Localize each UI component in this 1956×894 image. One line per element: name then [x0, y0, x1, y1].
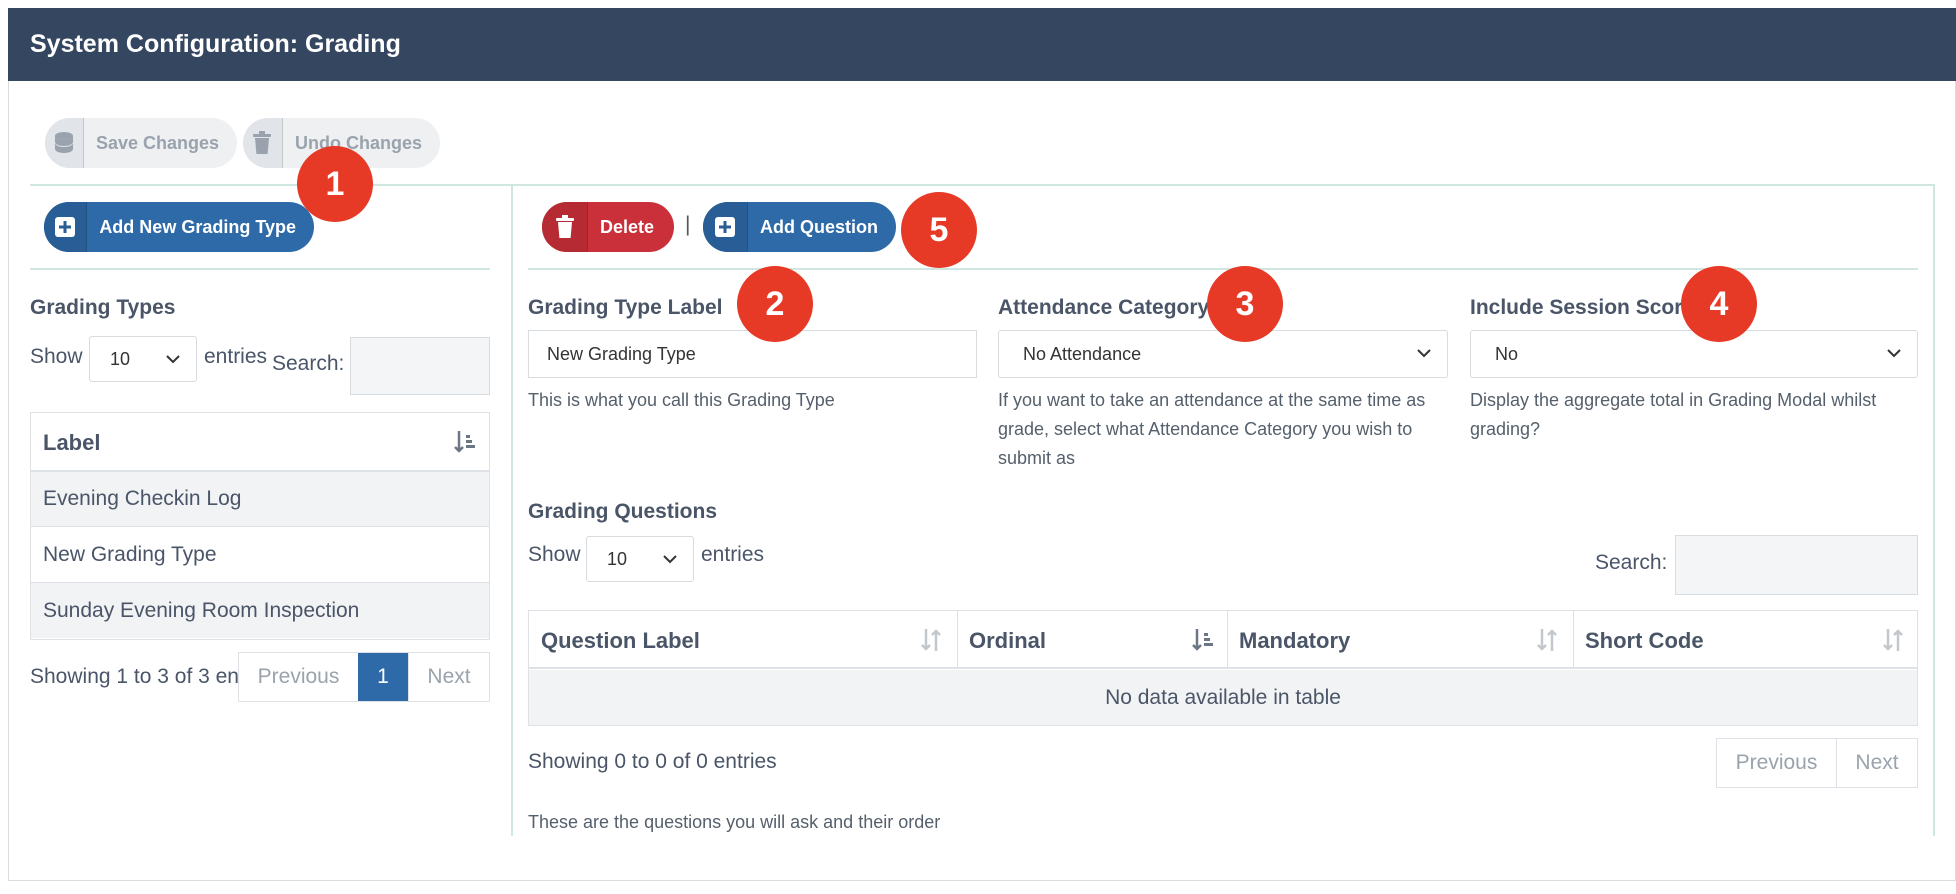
questions-pagination: Previous Next — [1716, 738, 1918, 788]
callout-1: 1 — [297, 146, 373, 222]
next-button[interactable]: Next — [408, 653, 489, 701]
chevron-down-icon — [663, 555, 677, 564]
previous-button[interactable]: Previous — [1717, 739, 1836, 787]
add-question-label: Add Question — [760, 216, 878, 237]
search-label: Search: — [1595, 551, 1668, 574]
add-grading-type-label: Add New Grading Type — [99, 216, 296, 237]
save-changes-label: Save Changes — [95, 132, 219, 153]
entries-label: entries — [701, 543, 765, 566]
attendance-category-value: No Attendance — [1023, 343, 1142, 364]
include-session-score-title: Include Session Score — [1470, 296, 1695, 319]
column-header-short-code[interactable]: Short Code — [1585, 628, 1704, 654]
show-label: Show — [528, 543, 581, 566]
questions-table-info: Showing 0 to 0 of 0 entries — [528, 750, 777, 773]
delete-label: Delete — [600, 216, 655, 237]
save-changes-button[interactable]: Save Changes — [45, 118, 237, 168]
sort-icon[interactable] — [919, 627, 943, 653]
add-grading-type-button[interactable]: Add New Grading Type — [44, 202, 314, 252]
column-header-label[interactable]: Label — [43, 430, 100, 456]
chevron-down-icon — [1887, 349, 1901, 358]
left-divider — [30, 268, 490, 270]
callout-3: 3 — [1207, 266, 1283, 342]
include-session-score-value: No — [1495, 343, 1519, 364]
chevron-down-icon — [166, 355, 180, 364]
plus-square-icon — [44, 202, 88, 252]
page-1-button[interactable]: 1 — [358, 653, 408, 701]
grading-type-label-help: This is what you call this Grading Type — [528, 390, 835, 410]
grading-type-label-input[interactable]: New Grading Type — [528, 330, 977, 378]
table-row[interactable]: Evening Checkin Log — [31, 470, 489, 526]
delete-button[interactable]: Delete — [542, 202, 674, 252]
attendance-category-title: Attendance Category — [998, 296, 1210, 319]
callout-4: 4 — [1681, 266, 1757, 342]
page-title: System Configuration: Grading — [8, 8, 1956, 81]
pagination: Previous 1 Next — [238, 652, 490, 702]
table-header-row — [529, 611, 1917, 669]
sort-icon[interactable] — [1535, 627, 1559, 653]
show-label: Show — [30, 345, 83, 368]
trash-icon — [542, 202, 588, 252]
plus-square-icon — [703, 202, 748, 252]
sort-icon[interactable] — [1191, 627, 1215, 653]
panel-divider — [511, 186, 513, 836]
entries-value: 10 — [110, 348, 131, 369]
questions-table: Question Label Ordinal Mandatory Short C… — [528, 610, 1918, 726]
empty-table-message: No data available in table — [529, 670, 1917, 725]
include-session-score-help: Display the aggregate total in Grading M… — [1470, 390, 1877, 439]
column-header-question-label[interactable]: Question Label — [541, 628, 700, 654]
grading-types-table: Label Evening Checkin Log New Grading Ty… — [30, 412, 490, 640]
entries-label: entries — [204, 345, 268, 368]
attendance-category-help: If you want to take an attendance at the… — [998, 390, 1426, 468]
sort-icon[interactable] — [1881, 627, 1905, 653]
search-label: Search: — [272, 352, 345, 375]
entries-select[interactable]: 10 — [89, 336, 197, 382]
undo-changes-label: Undo Changes — [294, 132, 422, 153]
include-session-score-select[interactable]: No — [1470, 330, 1918, 378]
grading-questions-title: Grading Questions — [528, 500, 718, 523]
table-row[interactable]: New Grading Type — [31, 526, 489, 582]
chevron-down-icon — [1417, 349, 1431, 358]
column-header-ordinal[interactable]: Ordinal — [969, 628, 1046, 654]
sort-icon[interactable] — [453, 429, 477, 455]
add-question-button[interactable]: Add Question — [703, 202, 896, 252]
grading-type-label-title: Grading Type Label — [528, 296, 723, 319]
previous-button[interactable]: Previous — [239, 653, 358, 701]
separator: | — [685, 213, 691, 236]
questions-footnote: These are the questions you will ask and… — [528, 812, 941, 832]
search-input[interactable] — [350, 337, 490, 395]
questions-search-input[interactable] — [1675, 535, 1918, 595]
callout-2: 2 — [737, 266, 813, 342]
questions-entries-value: 10 — [607, 548, 628, 569]
col-divider — [1227, 611, 1228, 669]
questions-entries-select[interactable]: 10 — [586, 536, 694, 582]
table-row[interactable]: Sunday Evening Room Inspection — [31, 582, 489, 638]
attendance-category-select[interactable]: No Attendance — [998, 330, 1448, 378]
col-divider — [1573, 611, 1574, 669]
col-divider — [957, 611, 958, 669]
callout-5: 5 — [901, 192, 977, 268]
column-header-mandatory[interactable]: Mandatory — [1239, 628, 1350, 654]
next-button[interactable]: Next — [1836, 739, 1917, 787]
grading-types-title: Grading Types — [30, 296, 176, 319]
